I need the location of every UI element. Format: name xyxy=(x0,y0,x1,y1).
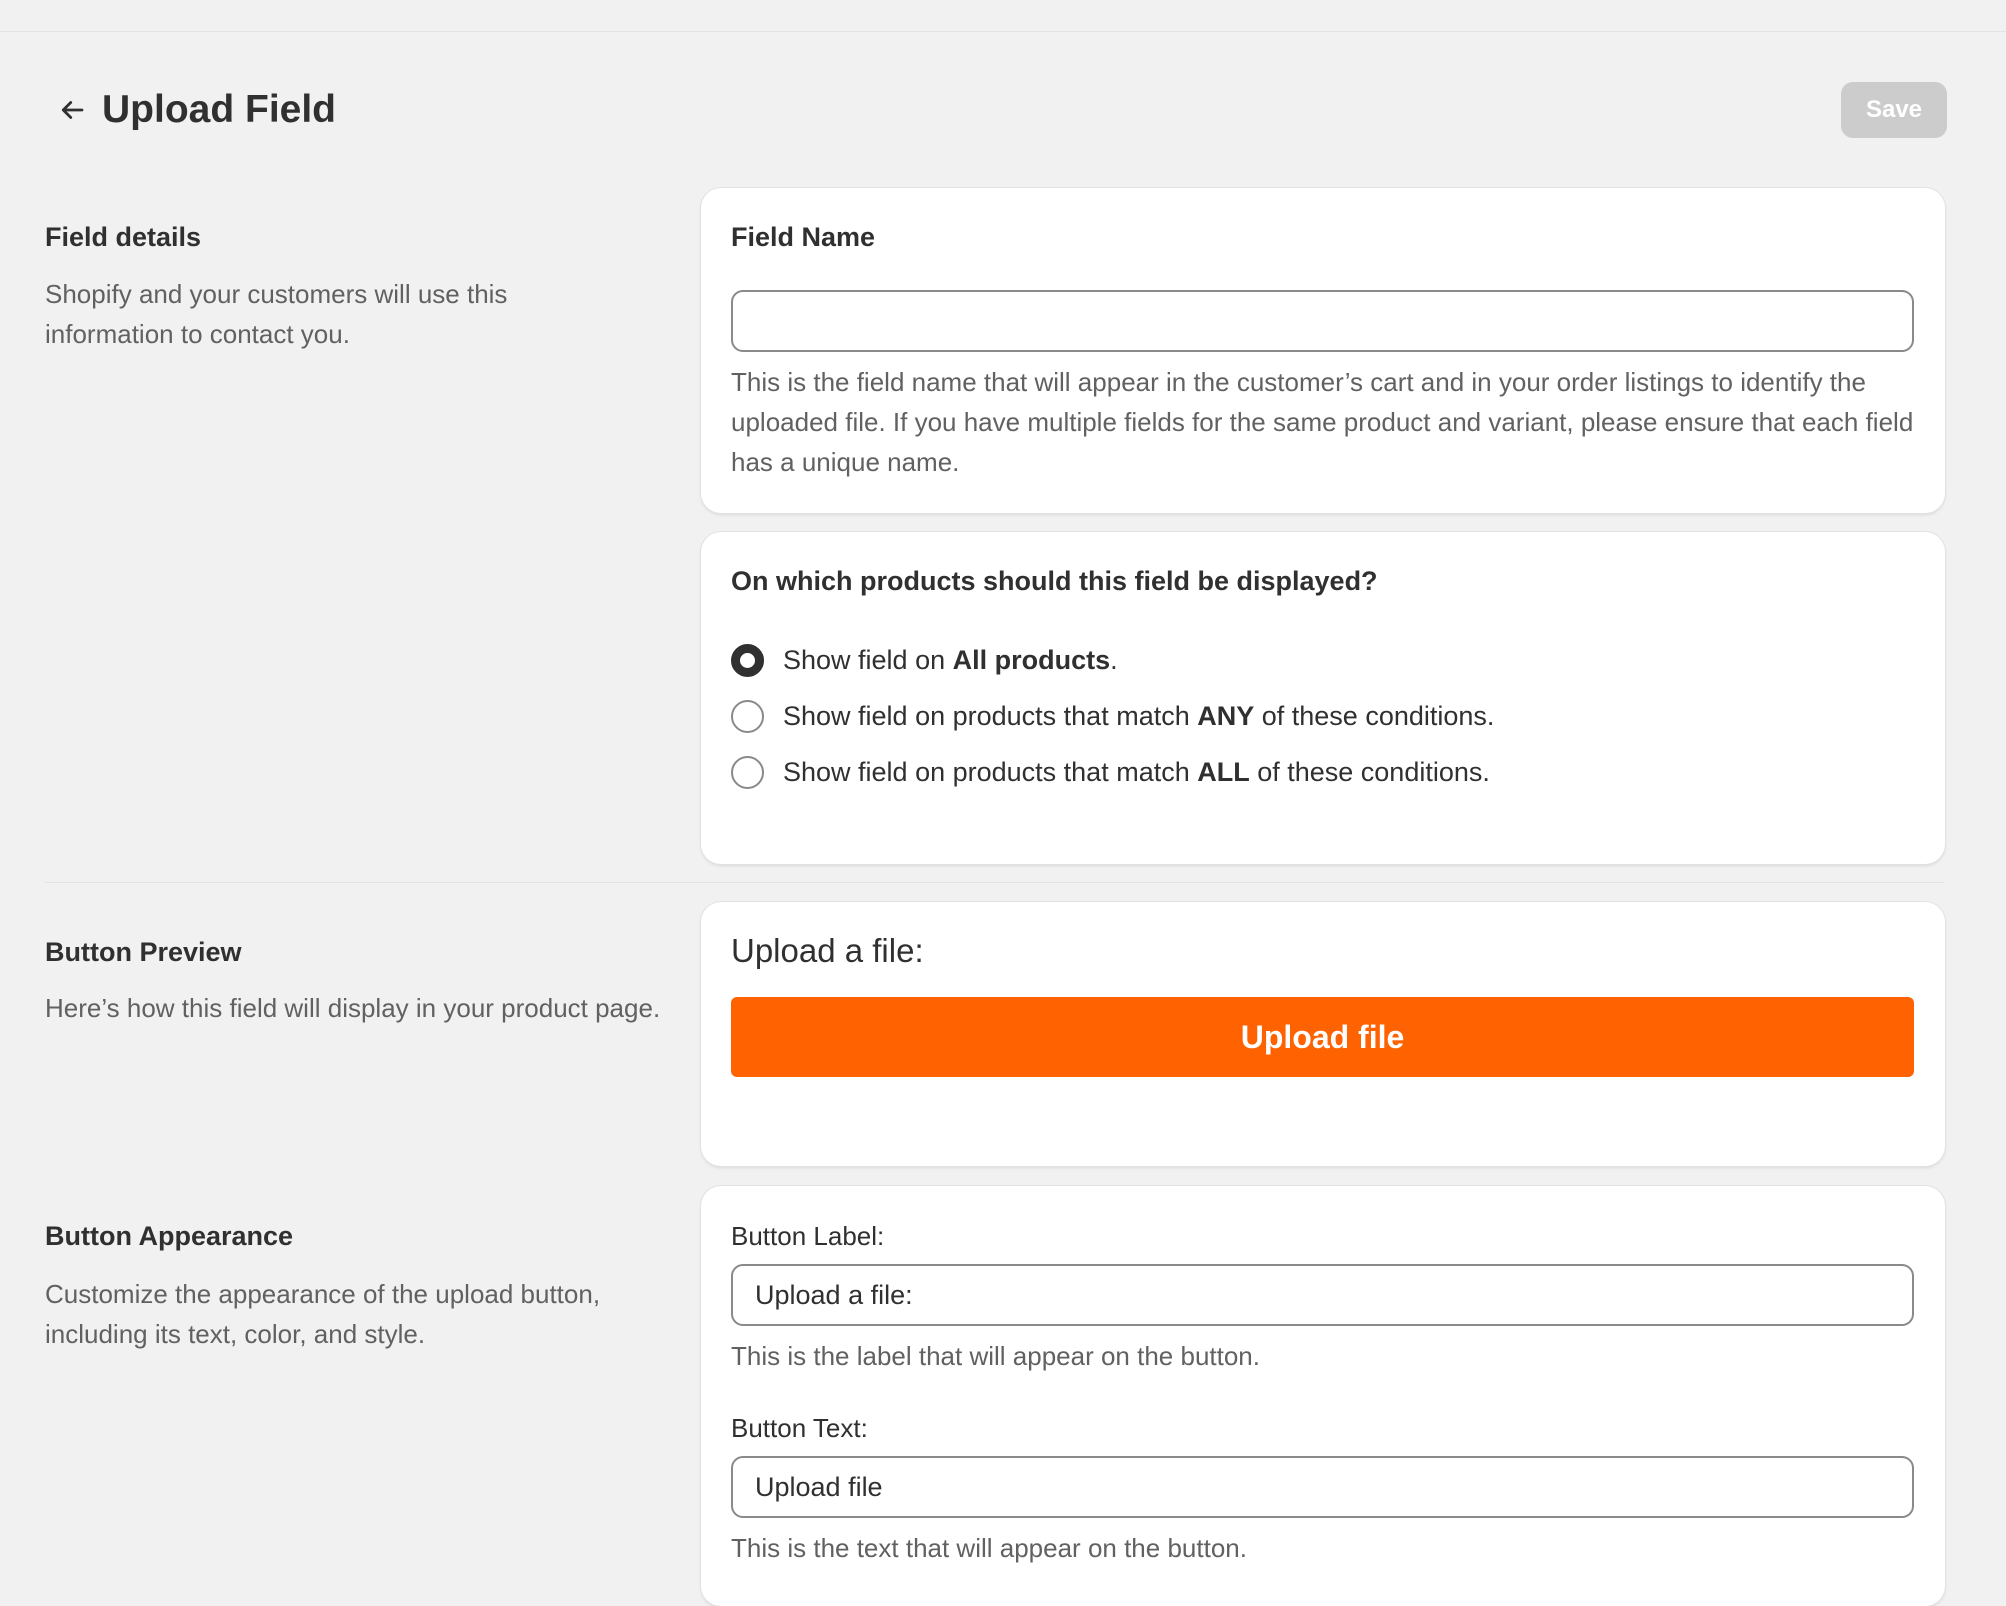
field-name-label: Field Name xyxy=(731,222,876,252)
radio-any-conditions[interactable]: Show field on products that match ANY of… xyxy=(731,700,1494,733)
field-details-title: Field details xyxy=(45,222,202,252)
radio-label: Show field on products that match ANY of… xyxy=(783,701,1495,731)
section-divider xyxy=(45,882,1945,883)
display-question: On which products should this field be d… xyxy=(731,566,1378,596)
field-name-help: This is the field name that will appear … xyxy=(731,367,1914,477)
button-text-label: Button Text: xyxy=(731,1413,868,1443)
back-button[interactable] xyxy=(44,82,100,138)
arrow-left-icon xyxy=(61,101,84,119)
display-conditions-card: On which products should this field be d… xyxy=(701,532,1945,864)
field-name-card: Field Name This is the field name that w… xyxy=(701,188,1945,513)
radio-label: Show field on products that match ALL of… xyxy=(783,757,1490,787)
top-bar xyxy=(0,0,2006,32)
field-name-input[interactable] xyxy=(731,290,1914,352)
button-preview-description: Here’s how this field will display in yo… xyxy=(45,993,661,1023)
button-preview-card: Upload a file: Upload file xyxy=(701,902,1945,1166)
radio-all-products[interactable]: Show field on All products. xyxy=(731,644,1118,677)
radio-circle-checked[interactable] xyxy=(731,644,764,677)
save-button[interactable]: Save xyxy=(1841,82,1947,138)
button-label-label: Button Label: xyxy=(731,1221,885,1251)
button-preview-title: Button Preview xyxy=(45,937,242,967)
preview-label: Upload a file: xyxy=(731,932,924,969)
radio-circle[interactable] xyxy=(731,700,764,733)
button-label-help: This is the label that will appear on th… xyxy=(731,1341,1260,1371)
button-text-input[interactable] xyxy=(731,1456,1914,1518)
button-appearance-card: Button Label: This is the label that wil… xyxy=(701,1186,1945,1606)
button-appearance-title: Button Appearance xyxy=(45,1221,294,1251)
page-title: Upload Field xyxy=(102,88,336,131)
field-details-description: Shopify and your customers will use this… xyxy=(45,279,508,349)
radio-all-conditions[interactable]: Show field on products that match ALL of… xyxy=(731,756,1490,789)
radio-label: Show field on All products. xyxy=(783,645,1118,675)
page-header: Upload Field xyxy=(44,78,336,142)
button-text-help: This is the text that will appear on the… xyxy=(731,1533,1247,1563)
button-label-input[interactable] xyxy=(731,1264,1914,1326)
upload-file-button[interactable]: Upload file xyxy=(731,997,1914,1077)
button-appearance-description: Customize the appearance of the upload b… xyxy=(45,1279,601,1349)
radio-circle[interactable] xyxy=(731,756,764,789)
